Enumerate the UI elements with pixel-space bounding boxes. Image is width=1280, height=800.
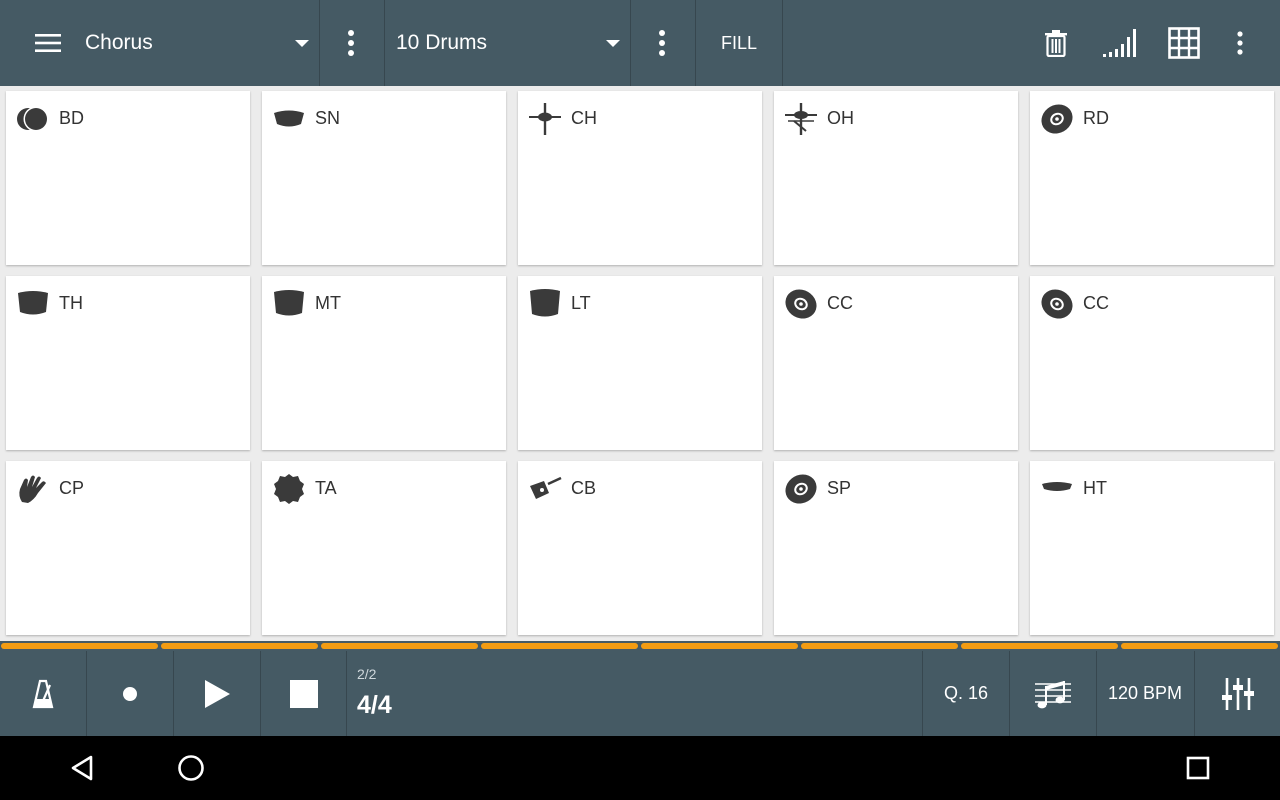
- snare-drum-icon: [272, 102, 306, 136]
- divider: [319, 0, 320, 86]
- splash-cymbal-icon: [784, 472, 818, 506]
- menu-icon[interactable]: [26, 21, 70, 65]
- pad-label: CP: [59, 478, 85, 498]
- top-toolbar: Chorus 10 Drums FILL: [0, 0, 1280, 86]
- progress-segment: [1, 643, 158, 649]
- high-tom-icon: [16, 287, 50, 321]
- progress-segment: [641, 643, 798, 649]
- pad-label: OH: [827, 108, 854, 128]
- low-tom-icon: [528, 287, 562, 321]
- bass-drum-icon: [16, 102, 50, 136]
- quantize-button[interactable]: Q. 16: [923, 651, 1009, 736]
- music-notes-icon[interactable]: [1010, 651, 1096, 736]
- play-icon[interactable]: [174, 651, 260, 736]
- pad-label: SN: [315, 108, 341, 128]
- transport-bar: 2/2 4/4 Q. 16 120 BPM: [0, 651, 1280, 736]
- trash-icon[interactable]: [1034, 21, 1078, 65]
- pad-bd[interactable]: BD: [6, 91, 250, 265]
- divider: [630, 0, 631, 86]
- pad-label: SP: [827, 478, 852, 498]
- mixer-sliders-icon[interactable]: [1195, 651, 1280, 736]
- progress-segment: [801, 643, 958, 649]
- pad-oh[interactable]: OH: [774, 91, 1018, 265]
- kit-more-vert-icon[interactable]: [640, 21, 684, 65]
- progress-segment: [321, 643, 478, 649]
- pattern-select[interactable]: Chorus: [85, 0, 153, 86]
- pad-label: CC: [827, 293, 853, 313]
- home-icon[interactable]: [171, 748, 211, 788]
- time-signature[interactable]: 4/4: [357, 691, 392, 720]
- kit-dropdown-chevron-icon[interactable]: [606, 40, 620, 47]
- pad-label: LT: [571, 293, 591, 313]
- more-vert-icon[interactable]: [1218, 21, 1262, 65]
- system-nav-bar: [0, 736, 1280, 800]
- crash-cymbal-icon: [1040, 287, 1074, 321]
- grid-view-icon[interactable]: [1162, 21, 1206, 65]
- mid-tom-icon: [272, 287, 306, 321]
- pad-mt[interactable]: MT: [262, 276, 506, 450]
- pad-sn[interactable]: SN: [262, 91, 506, 265]
- crash-cymbal-icon: [784, 287, 818, 321]
- pad-label: CB: [571, 478, 597, 498]
- pad-label: CC: [1083, 293, 1109, 313]
- divider: [384, 0, 385, 86]
- closed-hihat-icon: [528, 102, 562, 136]
- pad-th[interactable]: TH: [6, 276, 250, 450]
- pad-cc[interactable]: CC: [774, 276, 1018, 450]
- pad-label: CH: [571, 108, 597, 128]
- progress-segment: [481, 643, 638, 649]
- pad-label: MT: [315, 293, 341, 313]
- bar-position: 2/2: [357, 666, 377, 682]
- pad-rd[interactable]: RD: [1030, 91, 1274, 265]
- cowbell-icon: [528, 472, 562, 506]
- stop-icon[interactable]: [261, 651, 347, 736]
- progress-segment: [961, 643, 1118, 649]
- pad-label: TA: [315, 478, 337, 498]
- pattern-progress-bar: [0, 641, 1280, 651]
- pattern-dropdown-chevron-icon[interactable]: [295, 40, 309, 47]
- clap-hand-icon: [16, 472, 50, 506]
- pad-cb[interactable]: CB: [518, 461, 762, 635]
- pad-ch[interactable]: CH: [518, 91, 762, 265]
- pad-label: TH: [59, 293, 83, 313]
- divider: [782, 0, 783, 86]
- tempo-button[interactable]: 120 BPM: [1097, 651, 1193, 736]
- fill-button[interactable]: FILL: [696, 0, 782, 86]
- drum-pad-grid: BD SN CH OH RD TH MT LT CC CC CP TA CB S…: [0, 86, 1280, 641]
- progress-segment: [1121, 643, 1278, 649]
- pad-ta[interactable]: TA: [262, 461, 506, 635]
- recents-icon[interactable]: [1178, 748, 1218, 788]
- pad-ht[interactable]: HT: [1030, 461, 1274, 635]
- tambourine-icon: [272, 472, 306, 506]
- progress-segment: [161, 643, 318, 649]
- pad-lt[interactable]: LT: [518, 276, 762, 450]
- pad-label: BD: [59, 108, 85, 128]
- record-icon[interactable]: [87, 651, 173, 736]
- divider: [346, 651, 347, 736]
- pad-sp[interactable]: SP: [774, 461, 1018, 635]
- metronome-icon[interactable]: [0, 651, 86, 736]
- pattern-more-vert-icon[interactable]: [329, 21, 373, 65]
- pad-label: HT: [1083, 478, 1107, 498]
- pad-cp[interactable]: CP: [6, 461, 250, 635]
- ride-cymbal-icon: [1040, 102, 1074, 136]
- open-hihat-icon: [784, 102, 818, 136]
- back-icon[interactable]: [62, 748, 102, 788]
- pad-cc[interactable]: CC: [1030, 276, 1274, 450]
- pad-label: RD: [1083, 108, 1109, 128]
- velocity-signal-icon[interactable]: [1098, 21, 1142, 65]
- kit-select[interactable]: 10 Drums: [396, 0, 487, 86]
- hihat-icon: [1040, 472, 1074, 506]
